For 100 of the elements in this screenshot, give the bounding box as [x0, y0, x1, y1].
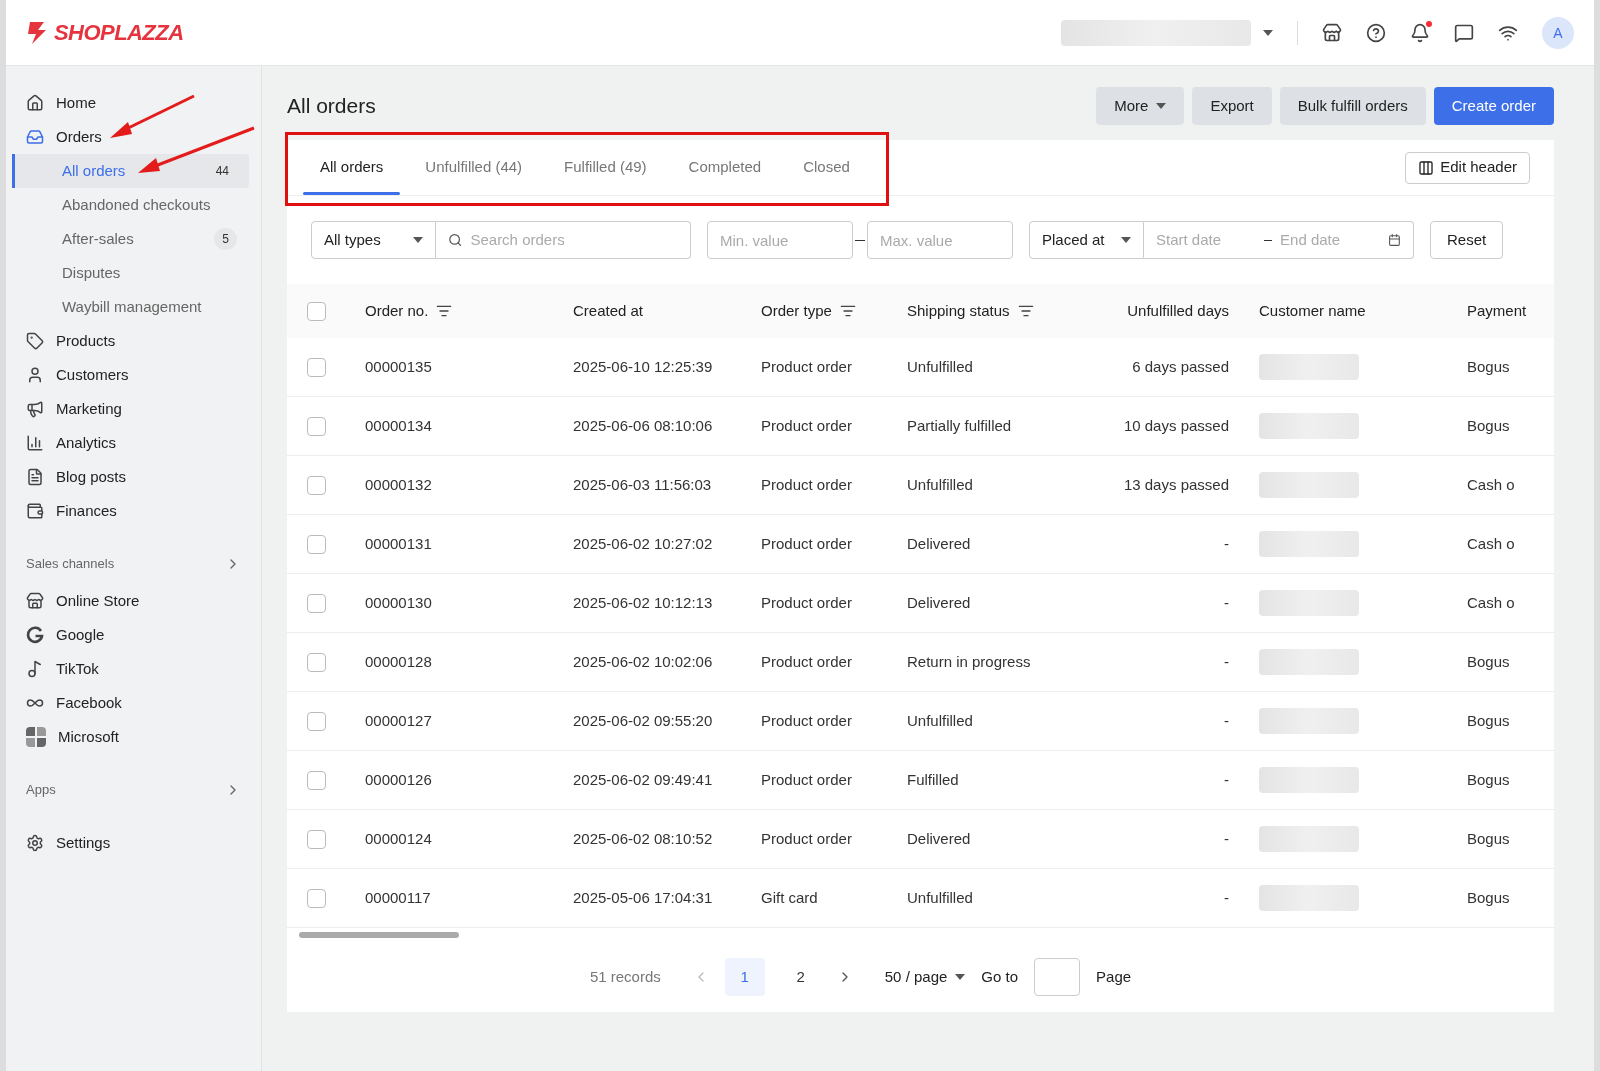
page-number[interactable]: 2 — [780, 958, 821, 996]
sidebar-item[interactable]: Finances — [6, 494, 261, 528]
sidebar-item[interactable]: Facebook — [6, 686, 261, 720]
date-type-select[interactable]: Placed at — [1029, 221, 1144, 259]
checkbox[interactable] — [307, 652, 326, 672]
table-cell-text: - — [1224, 887, 1229, 908]
table-cell-text: 00000135 — [365, 356, 432, 377]
table-cell-text: 2025-06-10 12:25:39 — [573, 356, 713, 377]
filter-icon[interactable] — [839, 303, 856, 319]
sidebar-item[interactable]: Marketing — [6, 392, 261, 426]
end-date-input[interactable]: End date — [1280, 228, 1381, 252]
sidebar-item[interactable]: Google — [6, 618, 261, 652]
table-cell-text: 2025-06-06 08:10:06 — [573, 415, 713, 436]
checkbox[interactable] — [307, 888, 326, 908]
caret-icon — [1263, 29, 1273, 36]
reset-button[interactable]: Reset — [1430, 221, 1504, 259]
tab[interactable]: Unfulfilled (44) — [404, 140, 544, 195]
checkbox[interactable] — [307, 301, 326, 321]
table-cell-text: 00000132 — [365, 474, 432, 495]
edit-header-button[interactable]: Edit header — [1405, 151, 1530, 184]
action-button[interactable]: Bulk fulfill orders — [1279, 87, 1426, 125]
sidebar-item[interactable]: Orders — [6, 120, 261, 154]
table-cell: Bogus — [1467, 888, 1510, 906]
checkbox[interactable] — [307, 357, 326, 377]
action-button[interactable]: Export — [1192, 87, 1272, 125]
search-field[interactable]: Search orders — [436, 221, 691, 259]
table-cell-text: Product order — [761, 710, 852, 731]
checkbox[interactable] — [307, 475, 326, 495]
table-cell-text: Fulfilled — [907, 769, 959, 790]
section-title: Apps — [26, 781, 56, 800]
page-label: Page — [1096, 966, 1132, 987]
checkbox[interactable] — [307, 829, 326, 849]
sidebar-subitem[interactable]: Disputes — [14, 256, 249, 290]
checkbox[interactable] — [307, 711, 326, 731]
page-title: All orders — [287, 93, 376, 120]
page-size-select[interactable]: 50 / page — [884, 965, 966, 989]
table-cell-text: 00000130 — [365, 592, 432, 613]
table-cell: Cash o — [1467, 475, 1515, 493]
table-cell-text: Product order — [761, 356, 852, 377]
min-value-field[interactable]: Min. value — [707, 221, 853, 259]
table-cell-text: Return in progress — [907, 651, 1031, 672]
checkbox[interactable] — [307, 770, 326, 790]
table-cell-text: Product order — [761, 651, 852, 672]
table-cell: Bogus — [1467, 829, 1510, 847]
page-input[interactable] — [1034, 958, 1081, 996]
checkbox[interactable] — [307, 416, 326, 436]
settings-icon — [26, 834, 44, 852]
help-icon[interactable] — [1366, 22, 1386, 43]
column-header: Unfulfilled days — [1127, 300, 1229, 321]
sidebar-item[interactable]: Online Store — [6, 584, 261, 618]
table-cell-text: 6 days passed — [1132, 356, 1229, 377]
table-cell-text: 00000131 — [365, 533, 432, 554]
sidebar-item[interactable]: Blog posts — [6, 460, 261, 494]
store-icon[interactable] — [1322, 22, 1342, 43]
checkbox[interactable] — [307, 534, 326, 554]
table-cell-text: Product order — [761, 415, 852, 436]
notification-icon[interactable] — [1410, 22, 1430, 43]
tab[interactable]: Closed — [782, 140, 871, 195]
action-button[interactable]: Create order — [1433, 87, 1554, 125]
sidebar-item[interactable]: Customers — [6, 358, 261, 392]
sidebar-subitem[interactable]: Abandoned checkouts — [14, 188, 249, 222]
table-cell-text: 2025-06-02 09:49:41 — [573, 769, 713, 790]
sidebar-item[interactable]: Microsoft — [6, 720, 261, 754]
sidebar-item[interactable]: TikTok — [6, 652, 261, 686]
action-button[interactable]: More — [1096, 87, 1185, 125]
avatar[interactable]: A — [1542, 16, 1574, 49]
store-icon — [26, 592, 44, 610]
sidebar-item[interactable]: Settings — [6, 826, 261, 860]
table-cell-text: - — [1224, 828, 1229, 849]
sidebar-subitem[interactable]: All orders 44 — [14, 154, 249, 188]
sidebar-subitem[interactable]: After-sales 5 — [14, 222, 249, 256]
checkbox[interactable] — [307, 593, 326, 613]
date-range-field[interactable]: Start date End date — [1144, 221, 1414, 259]
tab[interactable]: Fulfilled (49) — [543, 140, 668, 195]
max-value-field[interactable]: Max. value — [867, 221, 1013, 259]
chat-icon[interactable] — [1454, 22, 1474, 43]
tab[interactable]: Completed — [667, 140, 783, 195]
table-cell-text: Partially fulfilled — [907, 415, 1012, 436]
tab[interactable]: All orders — [299, 140, 405, 195]
table-cell-text: Unfulfilled — [907, 710, 973, 731]
table-cell-text: - — [1224, 533, 1229, 554]
search-input[interactable]: Search orders — [470, 228, 678, 252]
records-count: 51 records — [589, 966, 661, 987]
filter-icon[interactable] — [436, 303, 453, 319]
type-select[interactable]: All types — [311, 221, 436, 259]
table-cell-text: 00000134 — [365, 415, 432, 436]
sidebar-item[interactable]: Products — [6, 324, 261, 358]
sidebar-item[interactable]: Analytics — [6, 426, 261, 460]
start-date-input[interactable]: Start date — [1156, 228, 1256, 252]
table-cell-text: Gift card — [761, 887, 818, 908]
table-cell-text: 00000128 — [365, 651, 432, 672]
table-cell: Bogus — [1467, 770, 1510, 788]
calendar-icon — [1388, 232, 1401, 248]
count-badge: 5 — [214, 228, 237, 250]
table-cell-text: Unfulfilled — [907, 887, 973, 908]
page-number[interactable]: 1 — [724, 958, 765, 996]
table-cell: Cash o — [1467, 534, 1515, 552]
filter-icon[interactable] — [1017, 303, 1034, 319]
sidebar-item[interactable]: Home — [6, 86, 261, 120]
sidebar-subitem[interactable]: Waybill management — [14, 290, 249, 324]
